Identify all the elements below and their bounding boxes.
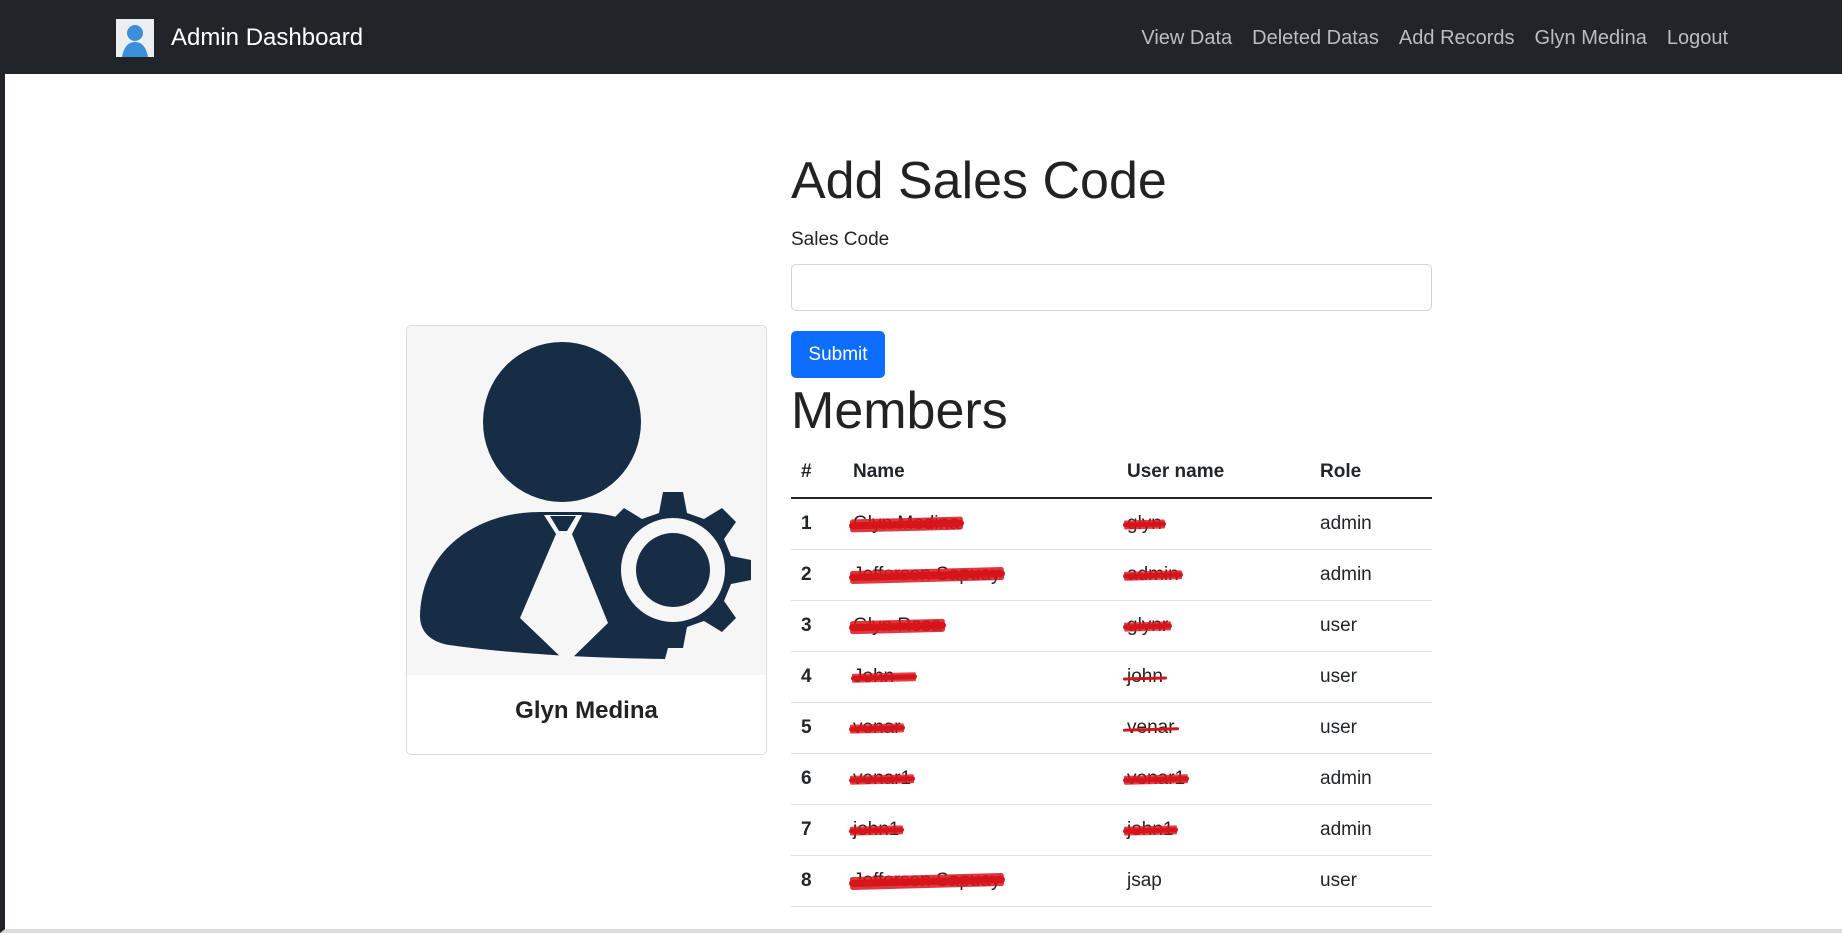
member-username: jsap xyxy=(1127,869,1162,891)
member-username-cell: john xyxy=(1127,651,1320,703)
member-role: user xyxy=(1320,855,1432,907)
member-role: user xyxy=(1320,651,1432,703)
member-name-cell: Glyn Medina xyxy=(853,498,1127,550)
brand-link[interactable]: Admin Dashboard xyxy=(116,19,363,57)
member-username: venar1 xyxy=(1127,767,1186,789)
brand-title: Admin Dashboard xyxy=(171,24,364,51)
member-username-cell: admin xyxy=(1127,549,1320,601)
member-name-cell: venar xyxy=(853,702,1127,754)
column-role-header: Role xyxy=(1320,447,1432,499)
member-name: Jefferson Sapuay xyxy=(853,869,1001,891)
table-row: 8 Jefferson Sapuay jsap user xyxy=(791,855,1432,907)
member-name: venar1 xyxy=(853,767,912,789)
member-name: Glyn Medina xyxy=(853,512,960,534)
table-row: 4 John john user xyxy=(791,651,1432,703)
admin-dashboard-page: Admin Dashboard View Data Deleted Datas … xyxy=(0,0,1842,933)
member-name-cell: John xyxy=(853,651,1127,703)
member-username-cell: glynr xyxy=(1127,600,1320,652)
member-role: admin xyxy=(1320,804,1432,856)
row-number: 8 xyxy=(791,855,853,907)
member-role: admin xyxy=(1320,753,1432,805)
nav-user-profile-link[interactable]: Glyn Medina xyxy=(1535,27,1647,50)
member-username: john1 xyxy=(1127,818,1174,840)
column-username-header: User name xyxy=(1127,447,1320,499)
business-user-gear-icon xyxy=(407,326,766,675)
member-username-cell: venar xyxy=(1127,702,1320,754)
table-row: 7 john1 john1 admin xyxy=(791,804,1432,856)
member-username-cell: venar1 xyxy=(1127,753,1320,805)
member-username-cell: glyn xyxy=(1127,498,1320,550)
member-role: admin xyxy=(1320,498,1432,550)
member-name: Glyn Rosa xyxy=(853,614,942,636)
nav-logout-link[interactable]: Logout xyxy=(1667,27,1728,50)
sales-code-input[interactable] xyxy=(791,264,1432,311)
member-username: john xyxy=(1127,665,1163,687)
table-row: 6 venar1 venar1 admin xyxy=(791,753,1432,805)
row-number: 5 xyxy=(791,702,853,754)
nav-deleted-datas-link[interactable]: Deleted Datas xyxy=(1252,27,1379,50)
column-number-header: # xyxy=(791,447,853,499)
sales-code-label: Sales Code xyxy=(791,229,890,250)
member-username: glyn xyxy=(1127,512,1162,534)
member-username: admin xyxy=(1127,563,1179,585)
table-row: 3 Glyn Rosa glynr user xyxy=(791,600,1432,652)
column-name-header: Name xyxy=(853,447,1127,499)
member-name-cell: Glyn Rosa xyxy=(853,600,1127,652)
nav-view-data-link[interactable]: View Data xyxy=(1141,27,1232,50)
member-username-cell: john1 xyxy=(1127,804,1320,856)
member-name: John xyxy=(853,665,895,687)
table-row: 5 venar venar user xyxy=(791,702,1432,754)
member-name-cell: john1 xyxy=(853,804,1127,856)
member-role: user xyxy=(1320,600,1432,652)
navbar-links: View Data Deleted Datas Add Records Glyn… xyxy=(1141,27,1728,50)
profile-card: Glyn Medina xyxy=(406,325,767,755)
member-username: venar xyxy=(1127,716,1175,738)
top-navbar: Admin Dashboard View Data Deleted Datas … xyxy=(5,2,1842,74)
page-title: Add Sales Code xyxy=(791,152,1167,210)
member-name-cell: Jefferson Sapuay xyxy=(853,855,1127,907)
member-role: admin xyxy=(1320,549,1432,601)
row-number: 4 xyxy=(791,651,853,703)
table-header-row: # Name User name Role xyxy=(791,447,1432,499)
member-username: glynr xyxy=(1127,614,1169,636)
member-name: venar xyxy=(853,716,901,738)
table-row: 2 Jefferson Sapuay admin admin xyxy=(791,549,1432,601)
member-name-cell: venar1 xyxy=(853,753,1127,805)
row-number: 3 xyxy=(791,600,853,652)
members-table: # Name User name Role 1 Glyn Medina glyn… xyxy=(791,447,1432,907)
member-name: Jefferson Sapuay xyxy=(853,563,1001,585)
member-username-cell: jsap xyxy=(1127,855,1320,907)
members-title: Members xyxy=(791,382,1008,440)
row-number: 2 xyxy=(791,549,853,601)
member-role: user xyxy=(1320,702,1432,754)
profile-name: Glyn Medina xyxy=(515,697,658,724)
row-number: 7 xyxy=(791,804,853,856)
member-name-cell: Jefferson Sapuay xyxy=(853,549,1127,601)
submit-button[interactable]: Submit xyxy=(791,331,885,378)
nav-add-records-link[interactable]: Add Records xyxy=(1399,27,1515,50)
row-number: 1 xyxy=(791,498,853,550)
row-number: 6 xyxy=(791,753,853,805)
sales-code-form: Add Sales Code Sales Code Submit xyxy=(791,152,1432,378)
member-name: john1 xyxy=(853,818,900,840)
table-row: 1 Glyn Medina glyn admin xyxy=(791,498,1432,550)
user-avatar-icon xyxy=(116,19,154,57)
